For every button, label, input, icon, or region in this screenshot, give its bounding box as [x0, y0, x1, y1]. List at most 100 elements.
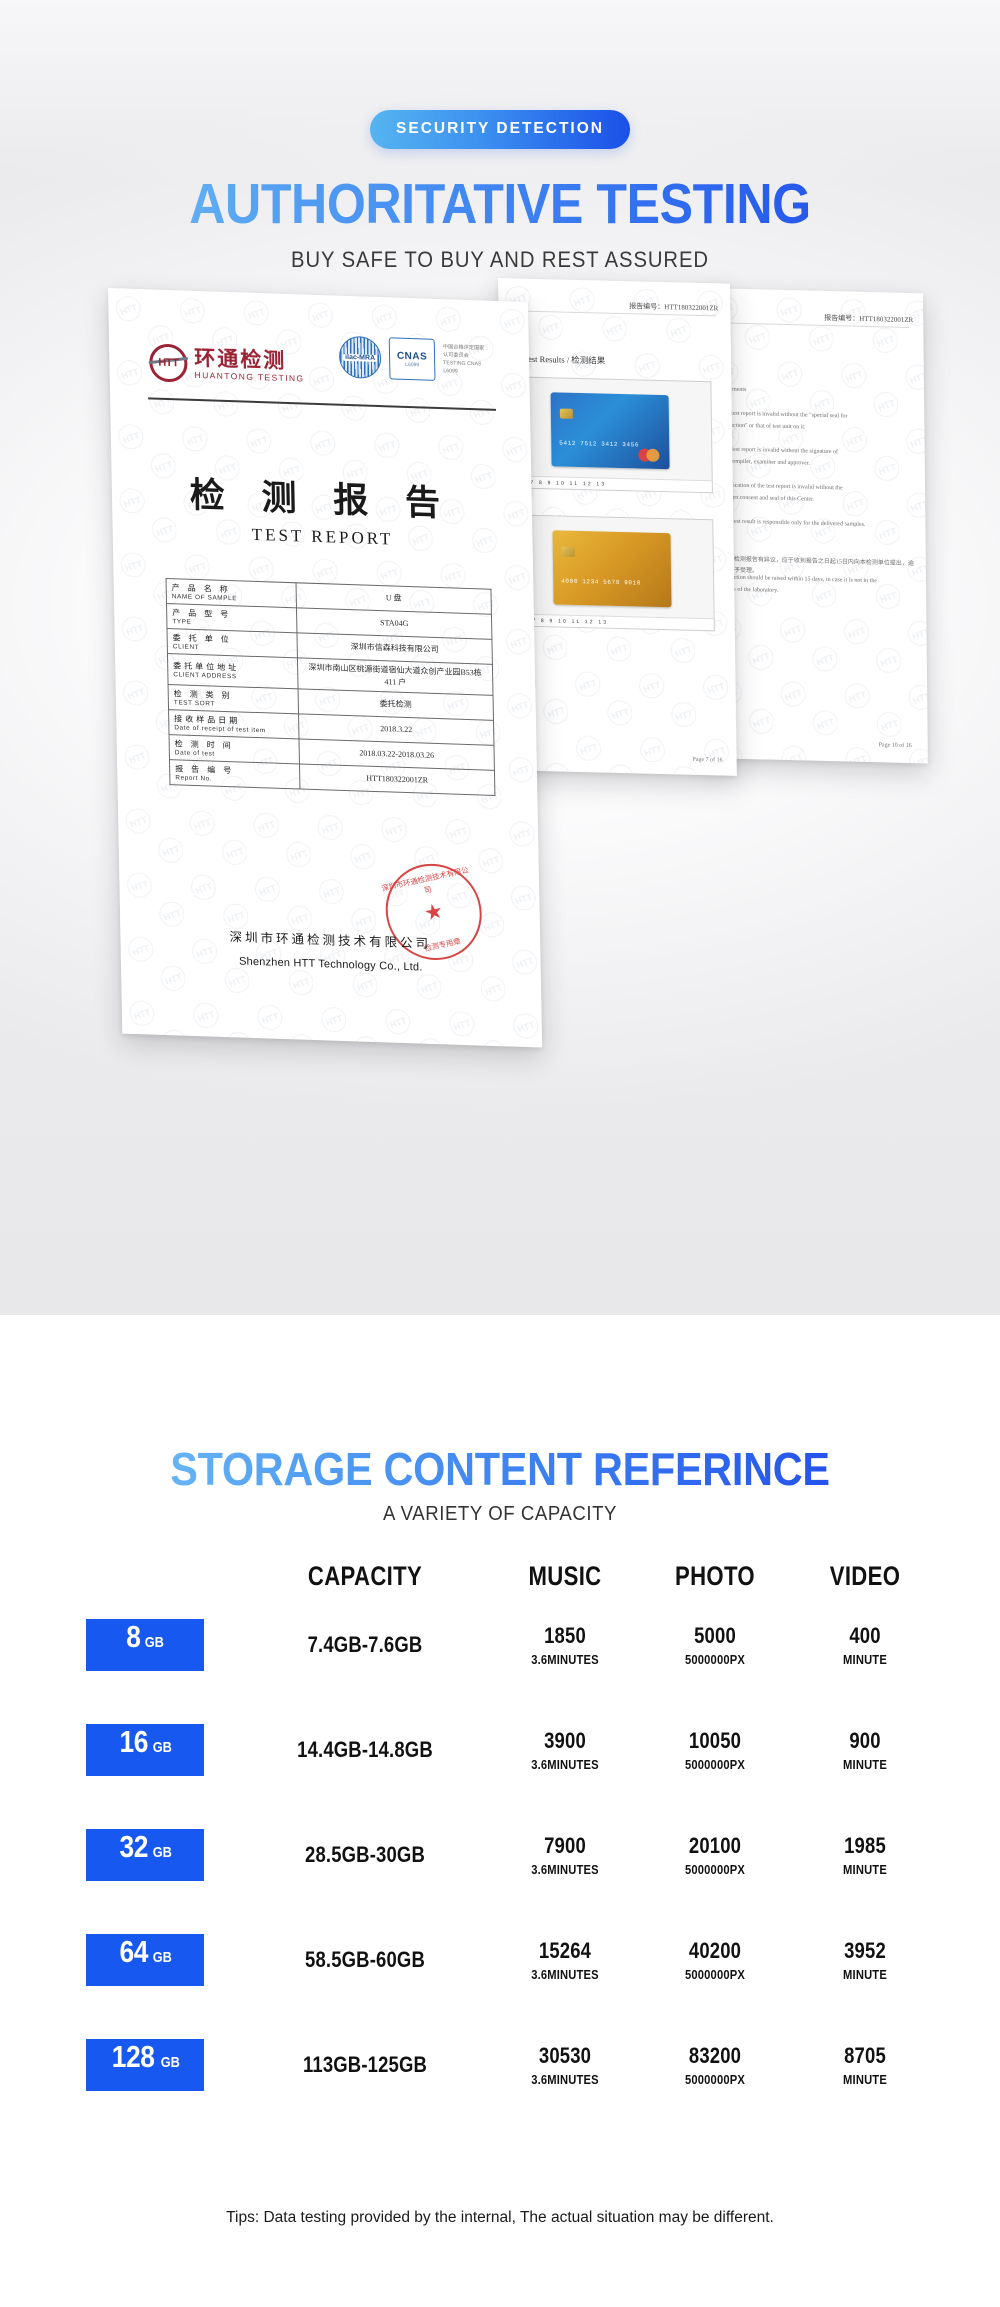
certificate-page-3[interactable]: 报告编号：HTT180322001ZR Statements The test …	[705, 288, 928, 764]
music-unit: 3.6MINUTES	[531, 1966, 599, 1982]
security-detection-section: SECURITY DETECTION AUTHORITATIVE TESTING…	[0, 0, 1000, 1315]
video-value: 3952	[844, 1937, 886, 1963]
video-value: 1985	[844, 1832, 886, 1858]
capacity-badge: 64 GB	[86, 1933, 204, 1986]
photo-value: 40200	[688, 1937, 742, 1963]
product-detail-page: SECURITY DETECTION AUTHORITATIVE TESTING…	[0, 0, 1000, 2307]
capacity-value: 7.4GB-7.6GB	[307, 1631, 423, 1657]
photo-unit: 5000000PX	[684, 1966, 745, 1982]
page3-page-label: Page 10 of 16	[878, 742, 912, 750]
table-row: 8 GB 7.4GB-7.6GB 1850 3.6MINUTES 5000 50…	[60, 1592, 940, 1697]
cell-music: 15264 3.6MINUTES	[490, 1938, 640, 1982]
badge-unit: GB	[152, 1843, 172, 1861]
photo-unit: 5000000PX	[684, 1861, 745, 1877]
photo-unit: 5000000PX	[684, 2071, 745, 2087]
seal-star-icon: ★	[421, 898, 446, 926]
accreditation-logos: ilac-MRA CNAS L6099 中国合格评定国家认可委员会 TESTIN…	[338, 335, 490, 383]
video-unit: MINUTE	[843, 1756, 887, 1772]
cell-video: 8705 MINUTE	[790, 2043, 940, 2087]
page2-report-no: 报告编号：HTT180322001ZR	[629, 302, 719, 313]
video-unit: MINUTE	[843, 1861, 887, 1877]
cnas-label: CNAS	[396, 350, 428, 363]
certificate-stack: 报告编号：HTT180322001ZR Statements The test …	[0, 278, 1000, 1180]
music-unit: 3.6MINUTES	[531, 1861, 599, 1877]
ilac-mra-icon: ilac-MRA	[338, 335, 382, 380]
page-subtitle: BUY SAFE TO BUY AND REST ASSURED	[291, 247, 709, 272]
badge-unit: GB	[161, 2053, 181, 2071]
cell-music: 3900 3.6MINUTES	[490, 1728, 640, 1772]
security-detection-badge: SECURITY DETECTION	[370, 110, 630, 149]
music-value: 30530	[538, 2042, 592, 2068]
badge-number: 64	[119, 1933, 148, 1969]
visa-graphic: 4000 1234 5678 9010	[552, 530, 672, 608]
card-number-text: 5412 7512 3412 3456	[559, 439, 640, 449]
ilac-label: ilac-MRA	[343, 353, 378, 362]
storage-reference-table: CAPACITY MUSIC PHOTO VIDEO 8 GB 7.4GB-7.…	[60, 1561, 940, 2117]
htt-mark-icon: HTT	[149, 343, 188, 383]
page2-page-label: Page 7 of 16	[692, 756, 723, 764]
table-row: 64 GB 58.5GB-60GB 15264 3.6MINUTES 40200…	[60, 1907, 940, 2012]
capacity-badge: 128 GB	[86, 2038, 204, 2091]
cell-video: 3952 MINUTE	[790, 1938, 940, 1982]
capacity-badge: 32 GB	[86, 1828, 204, 1881]
badge-number: 8	[126, 1618, 141, 1654]
htt-mark-text: HTT	[158, 356, 179, 370]
cell-music: 7900 3.6MINUTES	[490, 1833, 640, 1877]
cell-photo: 10050 5000000PX	[640, 1728, 790, 1772]
cell-video: 900 MINUTE	[790, 1728, 940, 1772]
cnas-note: 中国合格评定国家认可委员会 TESTING CNAS L6099	[442, 344, 485, 375]
card-number-text: 4000 1234 5678 9010	[561, 577, 642, 587]
column-header-capacity: CAPACITY	[307, 1561, 423, 1591]
storage-content-section: STORAGE CONTENT REFERINCE A VARIETY OF C…	[0, 1315, 1000, 2307]
music-unit: 3.6MINUTES	[531, 1756, 599, 1772]
column-header-photo: PHOTO	[675, 1561, 755, 1591]
table-row: 16 GB 14.4GB-14.8GB 3900 3.6MINUTES 1005…	[60, 1697, 940, 1802]
cell-photo: 40200 5000000PX	[640, 1938, 790, 1982]
cell-photo: 5000 5000000PX	[640, 1623, 790, 1667]
cell-photo: 83200 5000000PX	[640, 2043, 790, 2087]
video-value: 400	[849, 1622, 881, 1648]
cell-capacity: 113GB-125GB	[240, 2052, 490, 2078]
cell-capacity: 7.4GB-7.6GB	[240, 1632, 490, 1658]
storage-subtitle: A VARIETY OF CAPACITY	[383, 1503, 617, 1525]
cell-capacity: 28.5GB-30GB	[240, 1842, 490, 1868]
music-value: 15264	[538, 1937, 592, 1963]
table-header-row: CAPACITY MUSIC PHOTO VIDEO	[60, 1561, 940, 1592]
capacity-value: 113GB-125GB	[302, 2051, 428, 2077]
music-value: 1850	[544, 1622, 586, 1648]
tips-note: Tips: Data testing provided by the inter…	[226, 2208, 774, 2226]
sample-photo-visa: 4000 1234 5678 9010 6 7 8 9 10 11 12 13	[517, 514, 715, 632]
capacity-badge: 16 GB	[86, 1723, 204, 1776]
capacity-badge: 8 GB	[86, 1618, 204, 1671]
video-unit: MINUTE	[843, 2071, 887, 2087]
cell-photo: 20100 5000000PX	[640, 1833, 790, 1877]
video-value: 8705	[844, 2042, 886, 2068]
page3-report-no: 报告编号：HTT180322001ZR	[824, 313, 914, 325]
badge-unit: GB	[144, 1633, 164, 1651]
cell-music: 30530 3.6MINUTES	[490, 2043, 640, 2087]
table-row: 128 GB 113GB-125GB 30530 3.6MINUTES 8320…	[60, 2012, 940, 2117]
column-header-music: MUSIC	[528, 1561, 602, 1591]
cnas-sub-label: L6099	[405, 361, 420, 368]
badge-number: 32	[119, 1828, 148, 1864]
htt-logo: HTT 环通检测 HUANTONG TESTING	[149, 343, 305, 386]
page-title: AUTHORITATIVE TESTING	[60, 176, 940, 233]
photo-unit: 5000000PX	[684, 1651, 745, 1667]
photo-value: 5000	[694, 1622, 736, 1648]
cell-capacity: 14.4GB-14.8GB	[240, 1737, 490, 1763]
certificate-page-1[interactable]: HTT 环通检测 HUANTONG TESTING ilac-MRA CNAS …	[108, 288, 543, 1048]
column-header-video: VIDEO	[829, 1561, 901, 1591]
storage-title: STORAGE CONTENT REFERINCE	[50, 1442, 950, 1496]
cnas-icon: CNAS L6099	[388, 337, 436, 381]
photo-value: 83200	[688, 2042, 742, 2068]
badge-number: 16	[119, 1723, 148, 1759]
video-unit: MINUTE	[843, 1651, 887, 1667]
report-info-table: 产 品 名 称 NAME OF SAMPLE U 盘 产 品 型 号 TYPE …	[166, 578, 496, 796]
music-value: 3900	[544, 1727, 586, 1753]
mastercard-circle-orange-icon	[646, 448, 660, 462]
card-chip-icon	[559, 408, 573, 419]
badge-unit: GB	[152, 1948, 172, 1966]
photo-value: 20100	[688, 1832, 742, 1858]
photo-unit: 5000000PX	[684, 1756, 745, 1772]
video-value: 900	[849, 1727, 881, 1753]
